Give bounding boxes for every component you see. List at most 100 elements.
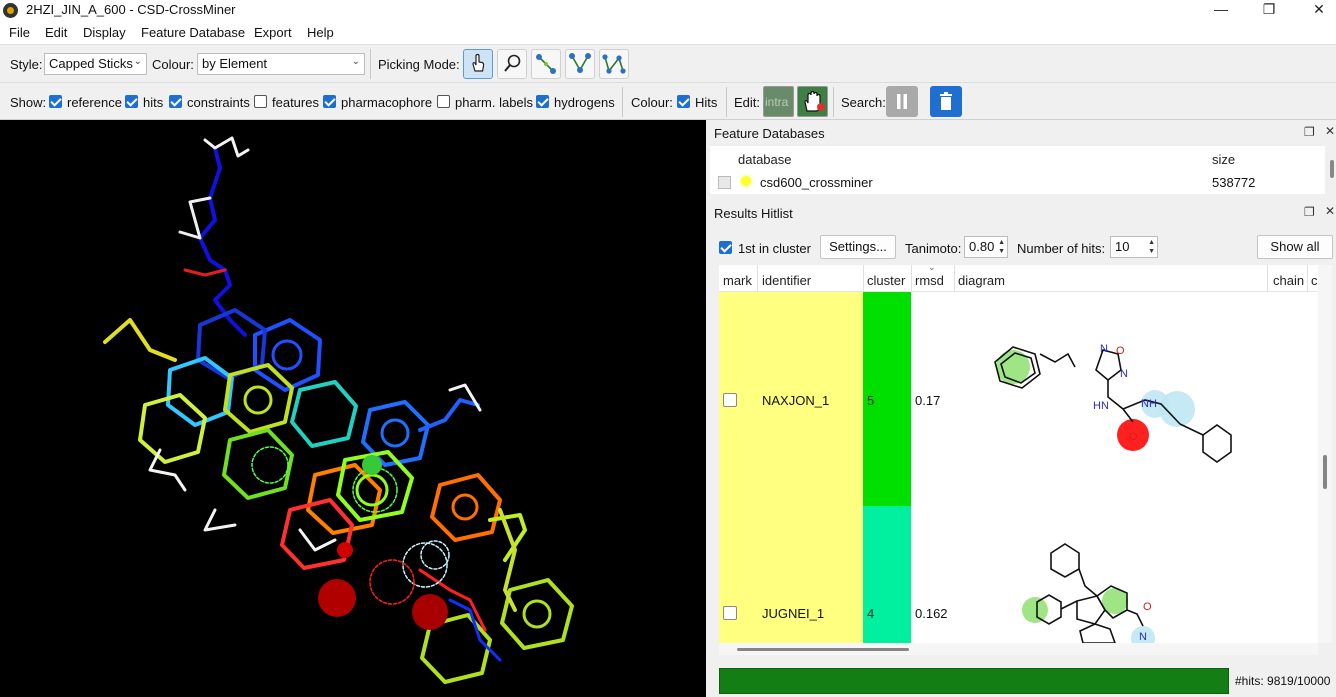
intra-button[interactable]: intra — [763, 86, 794, 117]
database-column-header[interactable]: database — [738, 152, 792, 167]
pause-search-button[interactable] — [886, 86, 918, 117]
row-mark-checkbox[interactable] — [723, 393, 737, 407]
pick-zoom-button[interactable] — [497, 49, 527, 79]
menu-file[interactable]: File — [9, 25, 30, 40]
chevron-down-icon: ⌄ — [133, 56, 142, 67]
molecule-3d-viewer[interactable] — [0, 120, 706, 697]
mark-column-header[interactable]: mark — [723, 273, 752, 288]
cluster-column-header[interactable]: cluster — [867, 273, 905, 288]
pick-atom-button[interactable] — [463, 49, 493, 79]
table-horizontal-scrollbar[interactable] — [719, 643, 1318, 655]
molecule-overlay-render — [103, 136, 574, 684]
table-vertical-scrollbar[interactable] — [1318, 265, 1332, 643]
row-cluster: 5 — [867, 393, 875, 408]
hits-checkbox[interactable] — [125, 95, 138, 108]
close-panel-icon[interactable]: ✕ — [1325, 124, 1335, 138]
features-checkbox[interactable] — [254, 95, 267, 108]
float-panel-icon[interactable]: ❐ — [1304, 205, 1315, 219]
results-hitlist-title: Results Hitlist — [714, 206, 793, 221]
hydrogens-checkbox[interactable] — [536, 95, 549, 108]
constraints-checkbox[interactable] — [169, 95, 182, 108]
show-all-button[interactable]: Show all — [1257, 235, 1333, 259]
colour-hits-text: Hits — [695, 95, 718, 110]
style-label: Style: — [10, 57, 43, 72]
first-in-cluster-label: 1st in cluster — [738, 241, 811, 256]
atom-label: N — [1100, 343, 1108, 355]
identifier-column-header[interactable]: identifier — [762, 273, 811, 288]
row-structure-diagram: O N — [1022, 543, 1155, 643]
colour-hits-label: Colour: — [631, 95, 673, 110]
pharmacophore-checkbox[interactable] — [323, 95, 336, 108]
diagram-column-header[interactable]: diagram — [958, 273, 1005, 288]
number-of-hits-spinbox[interactable]: 10 ▲ ▼ — [1110, 236, 1158, 258]
tanimoto-label: Tanimoto: — [905, 241, 962, 256]
db-scrollbar[interactable] — [1330, 160, 1334, 178]
menu-feature-database[interactable]: Feature Database — [141, 25, 245, 40]
spin-down-icon[interactable]: ▼ — [998, 248, 1005, 255]
menu-export[interactable]: Export — [254, 25, 292, 40]
number-of-hits-value: 10 — [1115, 239, 1130, 254]
pick-angle-button[interactable] — [565, 49, 595, 79]
spin-up-icon[interactable]: ▲ — [998, 239, 1005, 246]
atom-label: N — [1139, 631, 1147, 643]
delete-results-button[interactable] — [930, 86, 962, 117]
spin-up-icon[interactable]: ▲ — [1148, 239, 1155, 246]
float-panel-icon[interactable]: ❐ — [1304, 125, 1315, 139]
menu-display[interactable]: Display — [83, 25, 126, 40]
horizontal-scroll-thumb[interactable] — [737, 648, 909, 651]
first-in-cluster-checkbox[interactable] — [719, 241, 732, 254]
picking-mode-label: Picking Mode: — [378, 57, 460, 72]
database-name[interactable]: csd600_crossminer — [760, 175, 873, 190]
search-progress-bar — [719, 668, 1229, 694]
colour-label: Colour: — [152, 57, 194, 72]
chevron-down-icon: ⌄ — [351, 56, 360, 67]
atom-label: HN — [1093, 400, 1109, 412]
colour-hits-checkbox[interactable] — [677, 95, 690, 108]
close-button[interactable]: ✕ — [1296, 0, 1336, 20]
edit-hand-button[interactable] — [797, 86, 828, 117]
menu-edit[interactable]: Edit — [45, 25, 67, 40]
database-checkbox[interactable] — [718, 176, 731, 189]
colour-select[interactable]: by Element ⌄ — [197, 53, 365, 75]
minimize-button[interactable]: — — [1198, 0, 1244, 20]
rmsd-column-header[interactable]: rmsd — [915, 273, 944, 288]
angle-icon — [569, 53, 591, 73]
atom-label: N — [1120, 368, 1128, 380]
style-select[interactable]: Capped Sticks ⌄ — [44, 53, 147, 75]
atom-label: O — [1143, 601, 1152, 613]
table-row[interactable]: JUGNEI_1 4 0.162 O N — [719, 506, 1318, 643]
hydrogens-label: hydrogens — [554, 95, 615, 110]
pharm-labels-checkbox[interactable] — [437, 95, 450, 108]
settings-button[interactable]: Settings... — [820, 235, 896, 259]
magnifier-icon — [504, 54, 521, 72]
tanimoto-spinbox[interactable]: 0.80 ▲ ▼ — [964, 236, 1008, 258]
row-rmsd: 0.162 — [915, 606, 948, 621]
row-mark-checkbox[interactable] — [723, 606, 737, 620]
c-column-header[interactable]: c — [1311, 273, 1318, 288]
show-toolbar: Show: reference hits constraints feature… — [0, 82, 1336, 120]
close-panel-icon[interactable]: ✕ — [1325, 204, 1335, 218]
atom-label: NH — [1141, 398, 1157, 410]
constraints-label: constraints — [187, 95, 250, 110]
window-title: 2HZI_JIN_A_600 - CSD-CrossMiner — [26, 2, 236, 17]
hand-pointer-icon — [472, 53, 485, 72]
reference-checkbox[interactable] — [49, 95, 62, 108]
atom-label: O — [1116, 345, 1125, 357]
vertical-scroll-thumb[interactable] — [1323, 455, 1327, 489]
pick-torsion-button[interactable] — [599, 49, 629, 79]
maximize-button[interactable]: ❐ — [1246, 0, 1292, 20]
menu-bar: File Edit Display Feature Database Expor… — [0, 20, 1336, 44]
spin-down-icon[interactable]: ▼ — [1148, 248, 1155, 255]
results-table: mark identifier cluster rmsd ⌄ diagram c… — [719, 265, 1318, 643]
display-toolbar: Style: Capped Sticks ⌄ Colour: by Elemen… — [0, 44, 1336, 82]
menu-help[interactable]: Help — [307, 25, 334, 40]
toolbar-divider — [370, 49, 371, 79]
right-dock: Feature Databases ❐ ✕ database size csd6… — [708, 120, 1336, 697]
column-divider — [757, 265, 758, 292]
chain-column-header[interactable]: chain — [1273, 273, 1304, 288]
pick-distance-button[interactable] — [531, 49, 561, 79]
size-column-header[interactable]: size — [1212, 152, 1235, 167]
features-label: features — [272, 95, 319, 110]
table-row[interactable]: NAXJON_1 5 0.17 N O N HN NH O — [719, 292, 1318, 506]
hits-count-status: #hits: 9819/10000 — [1235, 674, 1331, 688]
